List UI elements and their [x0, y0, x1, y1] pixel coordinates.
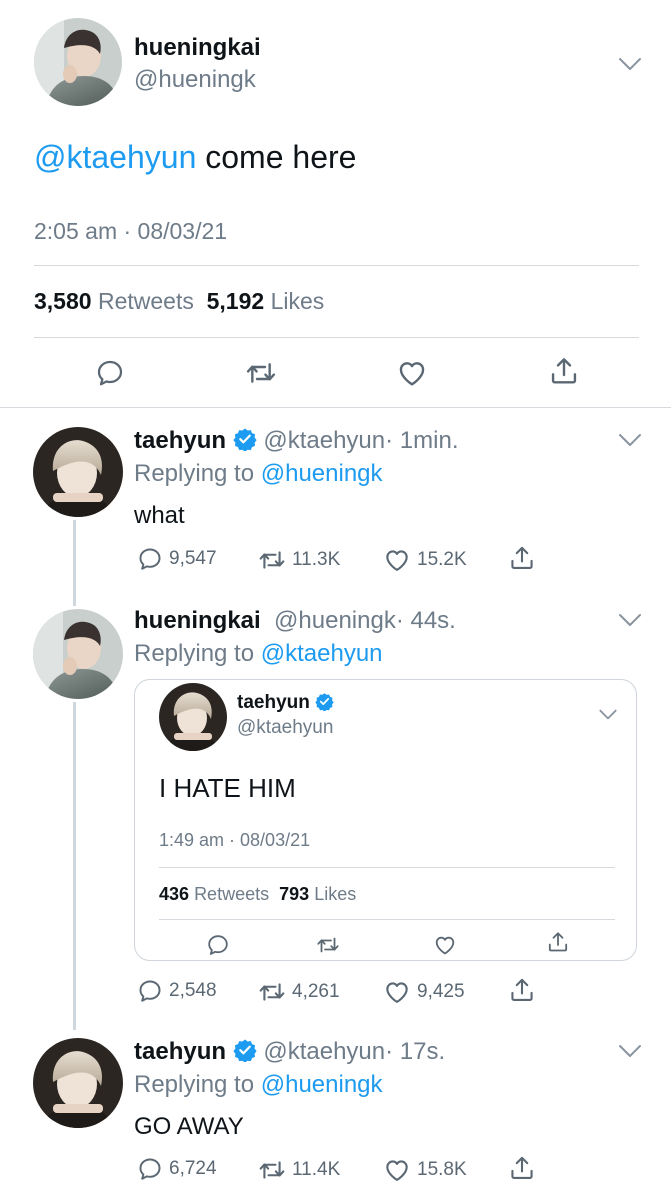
quoted-header-name: taehyun: [237, 692, 334, 714]
retweet-count: 4,261: [292, 981, 340, 1002]
handle[interactable]: @ktaehyun: [263, 1038, 385, 1065]
tweet-text: what: [134, 502, 185, 529]
likes-stat[interactable]: 5,192 Likes: [207, 288, 325, 314]
display-name[interactable]: hueningkai: [134, 34, 261, 62]
thread-line: [73, 702, 76, 1030]
like-icon: [383, 546, 411, 574]
retweet-action[interactable]: 4,261: [258, 978, 340, 1006]
reply-action[interactable]: 9,547: [137, 546, 217, 572]
chevron-down-icon[interactable]: [617, 56, 643, 72]
tweet-header: taehyun @ktaehyun· 17s.: [134, 1038, 445, 1066]
retweet-count: 11.3K: [292, 549, 341, 570]
retweet-icon: [258, 978, 286, 1006]
tweet-time[interactable]: · 17s.: [385, 1038, 445, 1065]
tweet-time[interactable]: · 44s.: [396, 607, 456, 634]
like-action[interactable]: 9,425: [383, 978, 465, 1006]
like-icon[interactable]: [396, 357, 428, 389]
reply-icon[interactable]: [95, 358, 125, 388]
divider: [159, 867, 615, 868]
engagement-stats: 3,580 Retweets 5,192 Likes: [34, 288, 324, 315]
mention-link[interactable]: @ktaehyun: [34, 139, 196, 175]
divider: [0, 407, 671, 408]
retweet-action[interactable]: 11.4K: [258, 1156, 340, 1184]
like-action[interactable]: 15.2K: [383, 546, 467, 574]
handle[interactable]: @hueningk: [134, 66, 256, 94]
retweets-stat[interactable]: 3,580 Retweets: [34, 288, 194, 314]
like-count: 15.8K: [417, 1159, 467, 1180]
share-icon[interactable]: [508, 1154, 536, 1182]
reply-target-link[interactable]: @ktaehyun: [261, 640, 383, 667]
like-icon: [383, 1156, 411, 1184]
timestamp[interactable]: 2:05 am · 08/03/21: [34, 218, 227, 245]
verified-badge-icon: [233, 427, 257, 451]
avatar[interactable]: [33, 427, 123, 517]
reply-action[interactable]: 2,548: [137, 978, 217, 1004]
reply-count: 6,724: [169, 1158, 217, 1179]
replying-to: Replying to @ktaehyun: [134, 640, 383, 667]
like-count: 9,425: [417, 981, 465, 1002]
avatar[interactable]: [34, 18, 122, 106]
tweet-time[interactable]: · 1min.: [385, 427, 458, 454]
avatar[interactable]: [33, 1038, 123, 1128]
divider: [34, 337, 639, 338]
chevron-down-icon[interactable]: [617, 432, 643, 448]
handle[interactable]: @hueningk: [274, 607, 396, 634]
tweet-header: hueningkai @hueningk· 44s.: [134, 607, 456, 635]
reply-target-link[interactable]: @hueningk: [261, 460, 383, 487]
quoted-tweet-card[interactable]: taehyun @ktaehyun I HATE HIM 1:49 am · 0…: [134, 679, 637, 961]
replying-to: Replying to @hueningk: [134, 1071, 383, 1098]
tweet-text: @ktaehyun come here: [34, 139, 356, 176]
reply-icon[interactable]: [206, 933, 230, 957]
chevron-down-icon[interactable]: [617, 612, 643, 628]
reply-icon: [137, 546, 163, 572]
avatar[interactable]: [159, 683, 227, 751]
like-action[interactable]: 15.8K: [383, 1156, 467, 1184]
reply-icon: [137, 1156, 163, 1182]
retweet-icon[interactable]: [245, 357, 277, 389]
likes-stat[interactable]: 793 Likes: [279, 884, 356, 904]
tweet-header: taehyun @ktaehyun· 1min.: [134, 427, 459, 455]
share-icon[interactable]: [546, 930, 570, 954]
like-icon: [383, 978, 411, 1006]
retweet-icon: [258, 546, 286, 574]
display-name[interactable]: hueningkai: [134, 607, 261, 634]
divider: [34, 265, 639, 266]
share-icon[interactable]: [548, 355, 580, 387]
display-name[interactable]: taehyun: [237, 692, 310, 713]
share-icon[interactable]: [508, 544, 536, 572]
handle[interactable]: @ktaehyun: [237, 717, 333, 739]
display-name[interactable]: taehyun: [134, 427, 226, 454]
verified-badge-icon: [233, 1038, 257, 1062]
replying-to: Replying to @hueningk: [134, 460, 383, 487]
share-icon[interactable]: [508, 976, 536, 1004]
retweet-action[interactable]: 11.3K: [258, 546, 340, 574]
tweet-text: I HATE HIM: [159, 773, 296, 803]
avatar[interactable]: [33, 609, 123, 699]
retweet-count: 11.4K: [292, 1159, 341, 1180]
reply-icon: [137, 978, 163, 1004]
like-icon[interactable]: [433, 933, 457, 957]
engagement-stats: 436 Retweets 793 Likes: [159, 884, 356, 905]
reply-count: 2,548: [169, 980, 217, 1001]
retweet-icon[interactable]: [316, 933, 340, 957]
tweet-body: come here: [196, 139, 357, 175]
handle[interactable]: @ktaehyun: [263, 427, 385, 454]
retweet-icon: [258, 1156, 286, 1184]
timestamp[interactable]: 1:49 am · 08/03/21: [159, 830, 310, 851]
like-count: 15.2K: [417, 549, 467, 570]
reply-count: 9,547: [169, 548, 217, 569]
reply-action[interactable]: 6,724: [137, 1156, 217, 1182]
divider: [159, 919, 615, 920]
retweets-stat[interactable]: 436 Retweets: [159, 884, 269, 904]
tweet-text: GO AWAY: [134, 1113, 244, 1140]
reply-target-link[interactable]: @hueningk: [261, 1071, 383, 1098]
verified-badge-icon: [315, 692, 334, 711]
chevron-down-icon[interactable]: [617, 1043, 643, 1059]
display-name[interactable]: taehyun: [134, 1038, 226, 1065]
thread-line: [73, 520, 76, 606]
chevron-down-icon[interactable]: [598, 708, 618, 721]
